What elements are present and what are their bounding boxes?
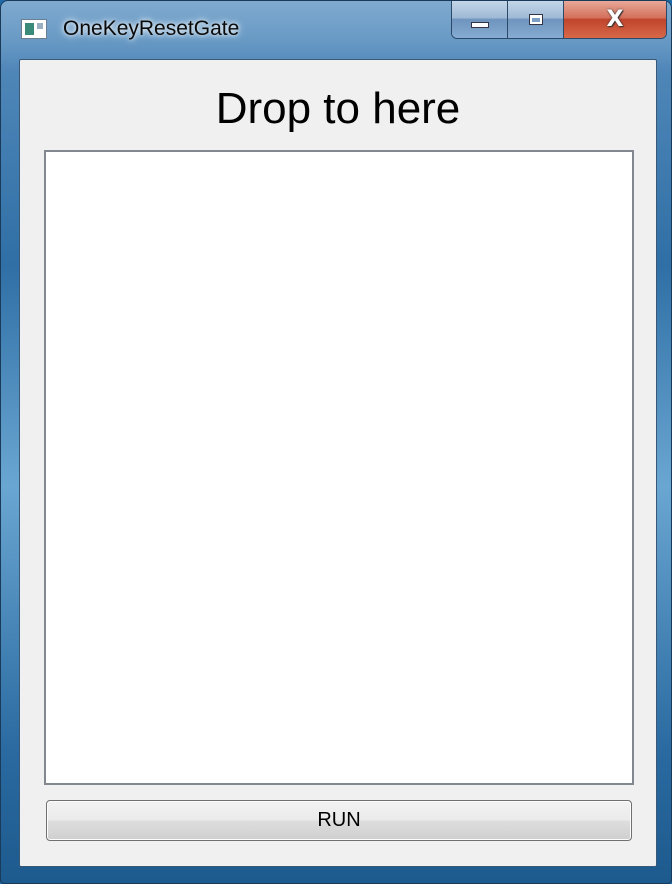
maximize-icon [528,14,543,25]
run-button[interactable]: RUN [46,800,632,841]
minimize-icon [470,21,489,28]
app-window: OneKeyResetGate X Drop to here RUN [0,0,672,884]
close-button[interactable]: X [564,1,666,38]
title-bar[interactable]: OneKeyResetGate X [1,1,671,59]
window-title: OneKeyResetGate [63,17,240,40]
drop-heading: Drop to here [215,84,461,133]
client-area: Drop to here RUN [19,59,657,867]
drop-area[interactable] [44,150,634,785]
maximize-button[interactable] [508,1,564,38]
caption-buttons: X [451,1,667,39]
minimize-button[interactable] [452,1,508,38]
close-icon: X [606,6,624,32]
app-window-icon[interactable] [21,19,47,39]
